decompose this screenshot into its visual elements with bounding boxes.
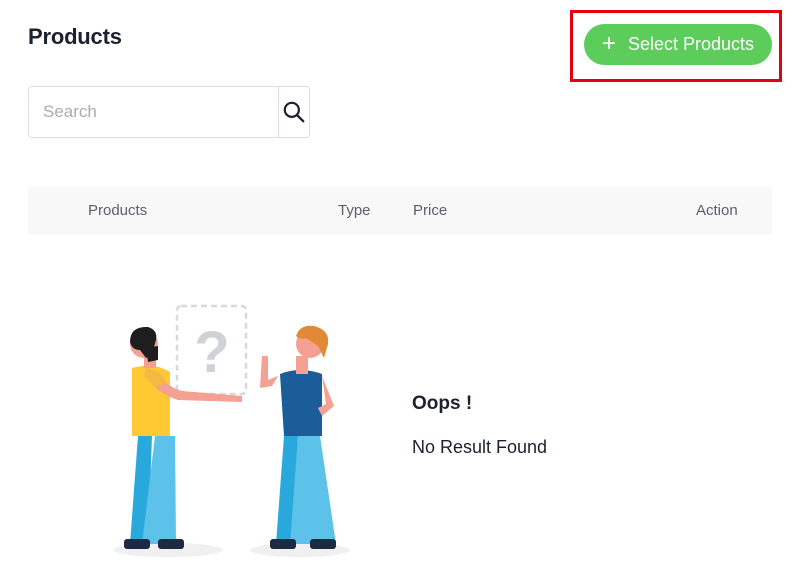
empty-state-title: Oops !: [412, 393, 473, 414]
products-page: Products + Select Products Products Type…: [0, 0, 798, 572]
empty-state-illustration: ?: [113, 304, 350, 557]
search-box: [28, 86, 310, 138]
plus-icon: +: [601, 29, 616, 57]
column-header-price: Price: [413, 202, 448, 219]
empty-state-message: No Result Found: [412, 437, 548, 457]
table-header: Products Type Price Action: [28, 187, 772, 235]
svg-text:?: ?: [194, 320, 229, 385]
select-products-button[interactable]: + Select Products: [584, 24, 772, 65]
search-button[interactable]: [278, 87, 309, 137]
column-header-action: Action: [696, 202, 738, 219]
select-products-label: Select Products: [627, 34, 755, 54]
search-input[interactable]: [29, 87, 278, 137]
column-header-products: Products: [88, 202, 148, 219]
column-header-type: Type: [338, 202, 371, 219]
search-icon: [283, 101, 305, 123]
page-title: Products: [28, 24, 122, 49]
